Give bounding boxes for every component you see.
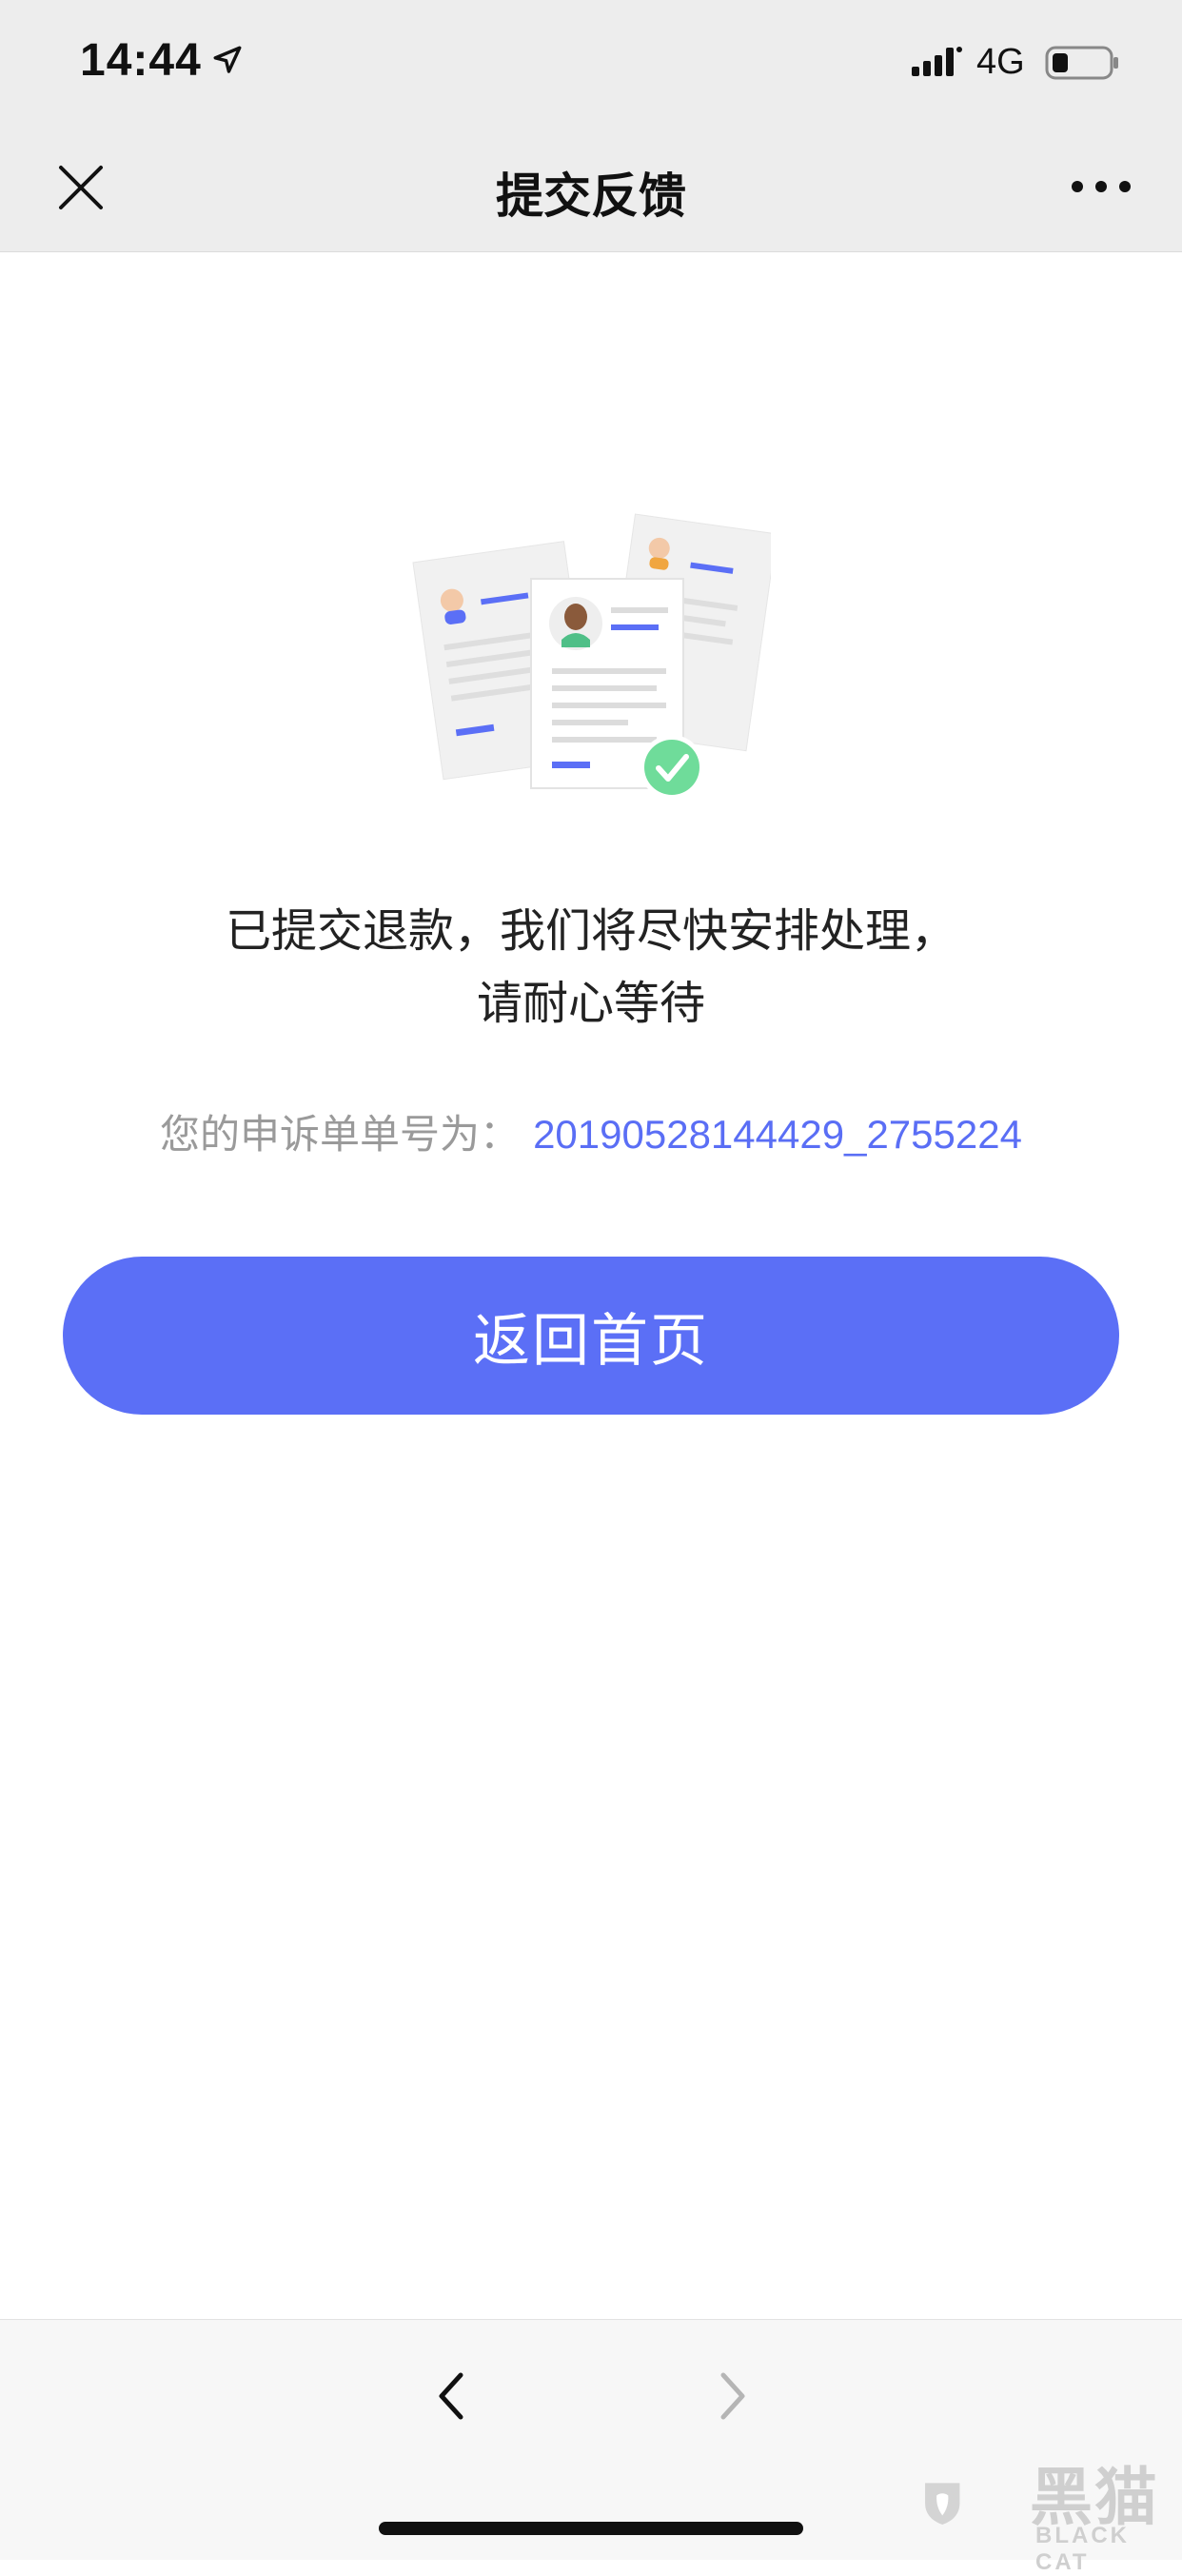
submitted-documents-illustration: [412, 513, 771, 800]
return-home-button[interactable]: 返回首页: [63, 1257, 1119, 1415]
message-line-2: 请耐心等待: [476, 977, 705, 1030]
page-title: 提交反馈: [496, 168, 686, 224]
black-cat-shield-logo: [925, 2483, 960, 2526]
nav-bar: 提交反馈: [0, 124, 1182, 252]
location-arrow-icon: [213, 46, 242, 73]
battery-icon: [1045, 46, 1118, 80]
watermark-sub-text: BLACK CAT: [1035, 2523, 1130, 2575]
status-time: 14:44: [80, 35, 202, 86]
home-indicator: [379, 2522, 803, 2535]
submission-message: 已提交退款，我们将尽快安排处理， 请耐心等待: [0, 895, 1182, 1040]
chevron-right-icon[interactable]: [708, 2368, 756, 2425]
more-icon[interactable]: [1068, 168, 1134, 206]
signal-icon: [912, 47, 962, 76]
chevron-left-icon[interactable]: [428, 2368, 476, 2425]
order-number-row: 您的申诉单单号为： 20190528144429_2755224: [0, 1102, 1182, 1160]
order-number-value: 20190528144429_2755224: [533, 1112, 1022, 1157]
status-bar: 14:44 4G: [0, 0, 1182, 124]
network-label: 4G: [976, 42, 1025, 82]
message-line-1: 已提交退款，我们将尽快安排处理，: [225, 904, 956, 958]
order-number-label: 您的申诉单单号为：: [160, 1111, 521, 1158]
